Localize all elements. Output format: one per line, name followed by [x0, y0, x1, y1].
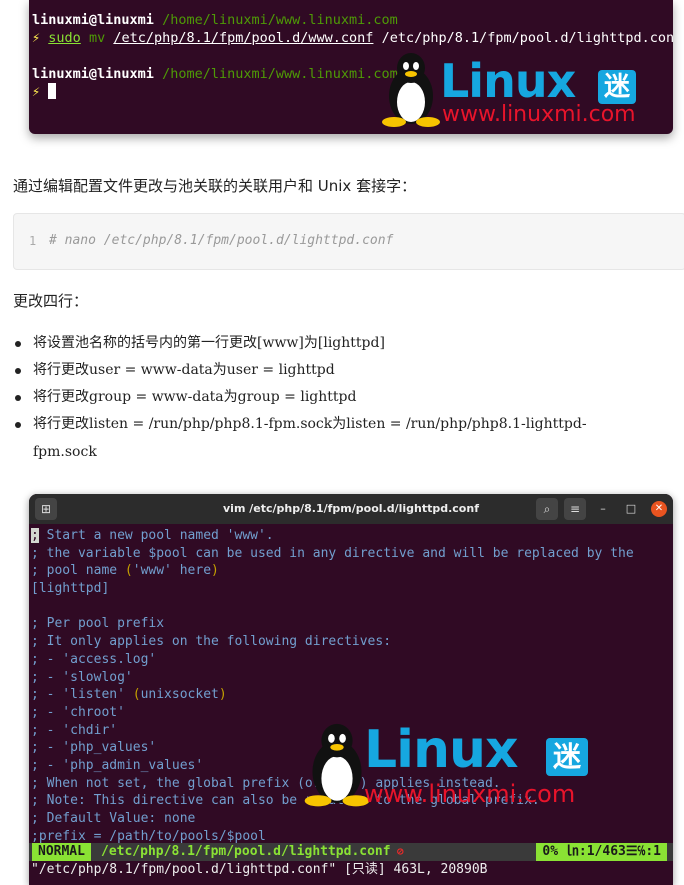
bullet-text: 为	[303, 335, 318, 351]
intro-text: 通过编辑配置文件更改与池关联的关联用户和 Unix 套接字：	[13, 177, 417, 195]
mode-indicator: NORMAL	[32, 843, 91, 861]
bullet-code: user = lighttpd	[226, 362, 335, 378]
buffer-line: ; It only applies on the following direc…	[31, 634, 392, 650]
bullet-text: 为	[223, 389, 238, 405]
code-line-number: 1	[29, 234, 37, 248]
list-item: 将行更改group = www-data为group = lighttpd	[13, 384, 684, 411]
buffer-line	[31, 598, 634, 616]
hamburger-icon[interactable]: ≡	[564, 498, 586, 520]
buffer-line: ; - 'listen' (unixsocket)	[31, 687, 227, 703]
buffer-line: ; the variable $pool can be used in any …	[31, 545, 634, 561]
code-text: # nano /etc/php/8.1/fpm/pool.d/lighttpd.…	[49, 233, 394, 248]
bullet-text: 为	[212, 362, 227, 378]
buffer-line: ; Note: This directive can also be relat…	[31, 793, 540, 809]
change-list: 将设置池名称的括号内的第一行更改[www]为[lighttpd] 将行更改use…	[13, 330, 684, 466]
cmd-mv: mv	[88, 30, 106, 46]
bullet-icon	[15, 368, 21, 374]
change-heading: 更改四行：	[13, 292, 89, 310]
terminal-line-1: linuxmi@linuxmi /home/linuxmi/www.linuxm…	[32, 11, 398, 29]
close-icon[interactable]: ✕	[651, 501, 667, 517]
buffer-line: ; - 'chroot'	[31, 704, 125, 720]
bullet-code: group = lighttpd	[237, 389, 357, 405]
buffer-line: ; pool name ('www' here)	[31, 563, 219, 579]
bullet-code: listen = /run/php/php8.1-lighttpd-	[346, 416, 587, 432]
readonly-icon: ⊘	[397, 845, 404, 858]
buffer-line: [lighttpd]	[31, 581, 110, 597]
bullet-icon	[15, 341, 21, 347]
vim-command-line[interactable]: "/etc/php/8.1/fpm/pool.d/lighttpd.conf" …	[31, 861, 487, 879]
title-bar: ⊞ vim /etc/php/8.1/fpm/pool.d/lighttpd.c…	[29, 494, 673, 524]
list-item: 将设置池名称的括号内的第一行更改[www]为[lighttpd]	[13, 330, 684, 357]
terminal-line-3: linuxmi@linuxmi /home/linuxmi/www.linuxm…	[32, 65, 398, 83]
cmd-sudo: sudo	[48, 30, 81, 46]
status-filename: /etc/php/8.1/fpm/pool.d/lighttpd.conf	[101, 844, 391, 859]
terminal-top: linuxmi@linuxmi /home/linuxmi/www.linuxm…	[29, 0, 673, 134]
minimize-icon[interactable]: –	[594, 500, 612, 518]
cursor-position: 0% ㏑:1/463☰℅:1	[536, 843, 667, 861]
buffer-line: ; - 'php_admin_values'	[31, 757, 204, 773]
buffer-line: ; - 'php_values'	[31, 740, 157, 756]
buffer-line: ; Per pool prefix	[31, 616, 165, 632]
bullet-icon	[15, 422, 21, 428]
bullet-code: user = www-data	[89, 362, 213, 378]
vim-window: ⊞ vim /etc/php/8.1/fpm/pool.d/lighttpd.c…	[29, 494, 673, 885]
bullet-code: [lighttpd]	[317, 335, 385, 351]
bullet-code: fpm.sock	[33, 444, 97, 460]
prompt-user: linuxmi@linuxmi	[32, 66, 154, 82]
bullet-code: [www]	[257, 335, 304, 351]
list-item-continuation: fpm.sock	[13, 439, 684, 466]
code-block: 1 # nano /etc/php/8.1/fpm/pool.d/lighttp…	[13, 213, 684, 270]
bullet-text: 将行更改	[33, 416, 89, 432]
arg-source: /etc/php/8.1/fpm/pool.d/www.conf	[113, 30, 374, 46]
bullet-code: listen = /run/php/php8.1-fpm.sock	[89, 416, 333, 432]
vim-statusline: NORMAL /etc/php/8.1/fpm/pool.d/lighttpd.…	[29, 843, 673, 861]
maximize-icon[interactable]: □	[622, 500, 640, 518]
bullet-icon	[15, 395, 21, 401]
prompt-path: /home/linuxmi/www.linuxmi.com	[162, 66, 398, 82]
bullet-text: 将设置池名称的括号内的第一行更改	[33, 335, 257, 351]
vim-buffer[interactable]: ; Start a new pool named 'www'. ; the va…	[31, 527, 634, 845]
bolt-icon: ⚡	[32, 84, 41, 100]
bullet-text: 将行更改	[33, 389, 89, 405]
arg-destination: /etc/php/8.1/fpm/pool.d/lighttpd.conf	[381, 30, 673, 46]
terminal-line-4: ⚡	[32, 83, 57, 101]
text-cursor	[48, 83, 57, 99]
list-item: 将行更改user = www-data为user = lighttpd	[13, 357, 684, 384]
prompt-path: /home/linuxmi/www.linuxmi.com	[162, 12, 398, 28]
bullet-code: group = www-data	[89, 389, 224, 405]
terminal-line-2: ⚡ sudo mv /etc/php/8.1/fpm/pool.d/www.co…	[32, 29, 673, 47]
buffer-line: ; - 'slowlog'	[31, 669, 133, 685]
search-icon[interactable]: ⌕	[536, 498, 558, 520]
bolt-icon: ⚡	[32, 30, 41, 46]
buffer-line: ; When not set, the global prefix (or /u…	[31, 775, 501, 791]
bullet-text: 将行更改	[33, 362, 89, 378]
vim-cursor: ;	[31, 528, 39, 543]
buffer-line: ; Default Value: none	[31, 811, 196, 826]
bullet-text: 为	[332, 416, 347, 432]
buffer-line-text: Start a new pool named 'www'.	[38, 528, 274, 543]
list-item: 将行更改listen = /run/php/php8.1-fpm.sock为li…	[13, 411, 684, 438]
buffer-line: ; - 'chdir'	[31, 722, 118, 738]
buffer-line: ; Start a new pool named 'www'.	[31, 527, 634, 545]
buffer-line: ; - 'access.log'	[31, 651, 157, 667]
prompt-user: linuxmi@linuxmi	[32, 12, 154, 28]
